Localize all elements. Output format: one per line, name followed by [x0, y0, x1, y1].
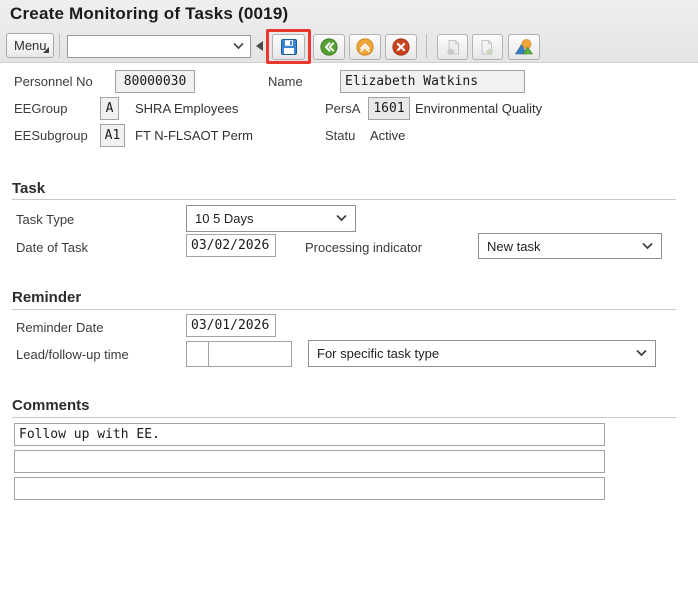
lead-time-unit-dropdown[interactable]: For specific task type [308, 340, 656, 367]
menu-corner-triangle-icon [43, 47, 49, 53]
lead-time-label: Lead/follow-up time [16, 347, 129, 362]
overview-button[interactable] [508, 34, 540, 60]
menu-button-label: Menu [14, 38, 47, 53]
page-title: Create Monitoring of Tasks (0019) [10, 4, 288, 24]
ee-group-label: EEGroup [14, 101, 67, 116]
date-of-task-input[interactable] [186, 234, 276, 257]
command-field-combobox[interactable] [67, 35, 251, 58]
toolbar-separator [426, 34, 427, 58]
status-label: Statu [325, 128, 355, 143]
ee-group-text: SHRA Employees [135, 101, 238, 116]
processing-indicator-label: Processing indicator [305, 240, 422, 255]
comment-line-3-input[interactable] [14, 477, 605, 500]
menu-button[interactable]: Menu [6, 33, 54, 58]
processing-indicator-value: New task [487, 239, 540, 254]
save-button[interactable] [272, 34, 305, 60]
task-type-label: Task Type [16, 212, 74, 227]
comments-section-heading: Comments [12, 397, 90, 414]
reminder-date-label: Reminder Date [16, 320, 103, 335]
ee-subgroup-text: FT N-FLSAOT Perm [135, 128, 253, 143]
back-button[interactable] [313, 34, 345, 60]
exit-icon [355, 37, 375, 57]
reminder-date-input[interactable] [186, 314, 276, 337]
next-record-button[interactable] [472, 34, 503, 60]
comments-section-divider [12, 417, 676, 418]
lead-time-number-input[interactable] [186, 341, 209, 367]
previous-record-button[interactable] [437, 34, 468, 60]
header-area: Create Monitoring of Tasks (0019) Menu [0, 0, 698, 63]
chevron-down-icon [642, 243, 653, 250]
ee-subgroup-label: EESubgroup [14, 128, 88, 143]
lead-time-unit-value: For specific task type [317, 346, 439, 361]
personnel-no-label: Personnel No [14, 74, 93, 89]
chevron-down-icon [336, 215, 347, 222]
personnel-no-input[interactable] [115, 70, 195, 93]
exit-button[interactable] [349, 34, 381, 60]
comment-line-1-input[interactable] [14, 423, 605, 446]
ee-subgroup-input[interactable] [100, 124, 125, 147]
pers-area-input[interactable] [368, 97, 410, 120]
task-section-divider [12, 199, 676, 200]
chevron-down-icon [233, 43, 244, 50]
save-floppy-disk-icon [279, 37, 299, 57]
status-value: Active [370, 128, 405, 143]
collapse-toolbar-arrow-icon[interactable] [256, 41, 263, 51]
reminder-section-heading: Reminder [12, 289, 81, 306]
back-icon [319, 37, 339, 57]
pers-area-text: Environmental Quality [415, 101, 542, 116]
name-label: Name [268, 74, 303, 89]
pers-area-label: PersA [325, 101, 360, 116]
previous-record-icon [443, 38, 462, 57]
cancel-icon [391, 37, 411, 57]
comment-line-2-input[interactable] [14, 450, 605, 473]
task-type-dropdown[interactable]: 10 5 Days [186, 205, 356, 232]
task-type-value: 10 5 Days [195, 211, 254, 226]
reminder-section-divider [12, 309, 676, 310]
task-section-heading: Task [12, 180, 45, 197]
ee-group-input[interactable] [100, 97, 119, 120]
next-record-icon [478, 38, 497, 57]
toolbar-separator [59, 34, 60, 58]
lead-time-number2-input[interactable] [208, 341, 292, 367]
date-of-task-label: Date of Task [16, 240, 88, 255]
create-monitoring-window: Create Monitoring of Tasks (0019) Menu [0, 0, 698, 594]
cancel-button[interactable] [385, 34, 417, 60]
name-input[interactable] [340, 70, 525, 93]
processing-indicator-dropdown[interactable]: New task [478, 233, 662, 259]
landscape-icon [514, 37, 534, 57]
chevron-down-icon [636, 350, 647, 357]
